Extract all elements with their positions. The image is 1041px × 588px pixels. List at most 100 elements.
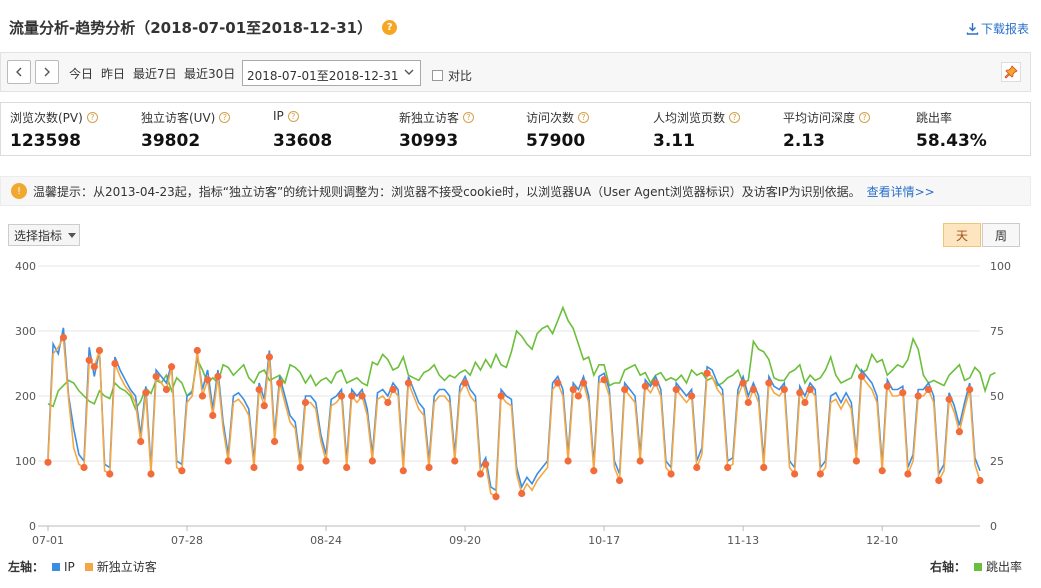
data-point[interactable]: [574, 392, 582, 400]
data-point[interactable]: [564, 457, 572, 465]
data-point[interactable]: [296, 463, 304, 472]
yesterday-link[interactable]: 昨日: [101, 65, 125, 82]
data-point[interactable]: [816, 470, 824, 478]
data-point[interactable]: [569, 385, 577, 394]
data-point[interactable]: [935, 476, 943, 485]
data-point[interactable]: [399, 467, 407, 475]
data-point[interactable]: [554, 379, 562, 387]
data-point[interactable]: [348, 392, 356, 400]
data-point[interactable]: [451, 457, 459, 465]
data-point[interactable]: [667, 470, 675, 478]
data-point[interactable]: [90, 363, 98, 371]
last7-link[interactable]: 最近7日: [133, 65, 177, 82]
data-point[interactable]: [492, 493, 500, 501]
data-point[interactable]: [111, 359, 119, 368]
question-icon[interactable]: ?: [859, 112, 871, 123]
question-icon[interactable]: ?: [729, 112, 741, 123]
data-point[interactable]: [857, 372, 866, 381]
data-point[interactable]: [744, 398, 752, 407]
question-icon[interactable]: ?: [382, 20, 398, 35]
data-point[interactable]: [404, 379, 413, 387]
data-point[interactable]: [322, 457, 330, 465]
data-point[interactable]: [368, 457, 376, 465]
data-point[interactable]: [142, 389, 150, 397]
data-point[interactable]: [801, 398, 809, 407]
data-point[interactable]: [636, 457, 644, 465]
data-point[interactable]: [518, 489, 526, 498]
data-point[interactable]: [358, 392, 366, 400]
data-point[interactable]: [497, 392, 505, 400]
data-point[interactable]: [476, 470, 485, 478]
data-point[interactable]: [265, 353, 274, 361]
data-point[interactable]: [914, 392, 922, 400]
download-report-link[interactable]: 下载报表: [966, 20, 1029, 37]
legend-bounce-label[interactable]: 跳出率: [986, 558, 1022, 575]
data-point[interactable]: [44, 458, 52, 466]
data-point[interactable]: [198, 392, 207, 400]
data-point[interactable]: [765, 379, 773, 387]
data-point[interactable]: [343, 463, 351, 472]
today-link[interactable]: 今日: [69, 65, 93, 82]
legend-ip-label[interactable]: IP: [64, 560, 75, 574]
data-point[interactable]: [178, 467, 186, 475]
data-point[interactable]: [167, 363, 176, 371]
question-icon[interactable]: ?: [86, 112, 98, 123]
data-point[interactable]: [976, 476, 984, 485]
select-metric-dropdown[interactable]: 选择指标: [8, 224, 80, 246]
data-point[interactable]: [796, 389, 804, 397]
data-point[interactable]: [193, 346, 201, 355]
data-point[interactable]: [461, 379, 469, 387]
data-point[interactable]: [641, 382, 649, 390]
data-point[interactable]: [147, 470, 155, 478]
data-point[interactable]: [883, 382, 891, 390]
data-point[interactable]: [760, 463, 768, 472]
data-point[interactable]: [260, 402, 268, 410]
data-point[interactable]: [482, 460, 490, 468]
data-point[interactable]: [724, 463, 732, 472]
data-point[interactable]: [899, 389, 907, 397]
data-point[interactable]: [276, 379, 284, 387]
data-point[interactable]: [80, 463, 88, 472]
pin-button[interactable]: [1001, 62, 1021, 82]
data-point[interactable]: [224, 457, 232, 465]
data-point[interactable]: [590, 467, 598, 475]
data-point[interactable]: [703, 369, 711, 377]
data-point[interactable]: [955, 428, 964, 436]
data-point[interactable]: [904, 470, 912, 478]
data-point[interactable]: [209, 411, 217, 420]
data-point[interactable]: [95, 346, 104, 355]
data-point[interactable]: [806, 385, 814, 394]
data-point[interactable]: [780, 385, 788, 394]
data-point[interactable]: [688, 392, 696, 400]
question-icon[interactable]: ?: [219, 112, 231, 123]
data-point[interactable]: [59, 333, 68, 342]
data-point[interactable]: [652, 379, 660, 387]
prev-period-button[interactable]: [7, 60, 31, 84]
data-point[interactable]: [749, 385, 758, 394]
data-point[interactable]: [270, 437, 279, 446]
data-point[interactable]: [924, 385, 933, 394]
granularity-day-button[interactable]: 天: [943, 223, 981, 247]
data-point[interactable]: [214, 372, 222, 381]
data-point[interactable]: [878, 467, 886, 475]
data-point[interactable]: [425, 463, 433, 472]
data-point[interactable]: [621, 385, 629, 394]
question-icon[interactable]: ?: [463, 112, 475, 123]
legend-new-visitors-label[interactable]: 新独立访客: [97, 558, 157, 575]
data-point[interactable]: [250, 463, 258, 472]
data-point[interactable]: [389, 385, 397, 394]
data-point[interactable]: [579, 379, 588, 387]
next-period-button[interactable]: [35, 60, 59, 84]
data-point[interactable]: [204, 376, 212, 384]
data-point[interactable]: [337, 392, 346, 400]
data-point[interactable]: [106, 470, 114, 478]
date-range-select[interactable]: 2018-07-01至2018-12-31: [242, 60, 421, 86]
data-point[interactable]: [693, 463, 701, 472]
data-point[interactable]: [672, 385, 680, 394]
data-point[interactable]: [966, 385, 974, 394]
compare-toggle[interactable]: 对比: [432, 67, 472, 84]
last30-link[interactable]: 最近30日: [184, 65, 235, 82]
question-icon[interactable]: ?: [287, 110, 299, 122]
data-point[interactable]: [615, 476, 624, 485]
data-point[interactable]: [152, 372, 160, 381]
